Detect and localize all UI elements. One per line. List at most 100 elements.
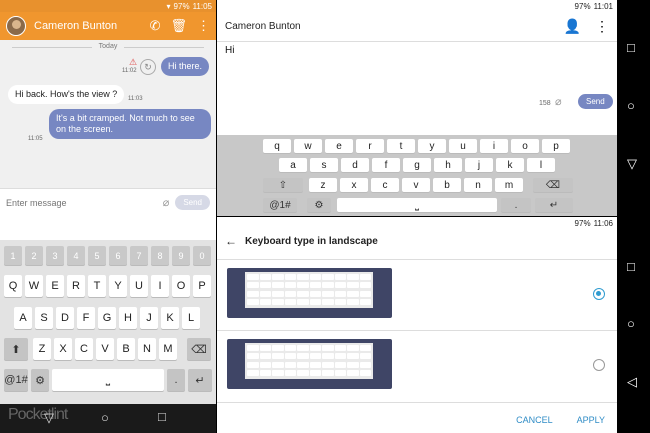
apply-button[interactable]: APPLY [577,415,605,425]
key-s[interactable]: s [310,158,338,172]
overflow-menu-icon[interactable]: ⋮ [197,18,210,34]
key-f[interactable]: f [372,158,400,172]
key-f[interactable]: F [77,307,95,329]
key-j[interactable]: J [140,307,158,329]
key-z[interactable]: Z [33,338,51,360]
key-m[interactable]: M [159,338,177,360]
message-input[interactable] [6,197,163,208]
key-e[interactable]: E [46,275,64,297]
message-bubble-outgoing[interactable]: It's a bit cramped. Not much to see on t… [49,109,211,139]
radio-unselected[interactable] [593,359,605,371]
key-y[interactable]: Y [109,275,127,297]
key-4[interactable]: 4 [67,246,85,265]
key-z[interactable]: z [309,178,337,192]
key-6[interactable]: 6 [109,246,127,265]
key-i[interactable]: i [480,139,508,153]
enter-icon[interactable]: ↵ [188,369,212,391]
shift-icon[interactable]: ⇧ [263,178,303,192]
key-g[interactable]: g [403,158,431,172]
home-icon[interactable]: ○ [627,98,635,113]
keyboard-option-full[interactable] [217,331,617,403]
recents-icon[interactable]: □ [627,40,635,55]
attachment-icon[interactable]: ⌀ [555,95,562,108]
back-icon[interactable]: ▽ [44,410,54,426]
send-button[interactable]: Send [578,94,613,109]
settings-icon[interactable]: ⚙ [307,198,331,212]
spacebar[interactable]: ⎵ [52,369,164,391]
key-u[interactable]: u [449,139,477,153]
key-v[interactable]: v [402,178,430,192]
key-q[interactable]: q [263,139,291,153]
key-r[interactable]: R [67,275,85,297]
symbols-key[interactable]: @1# [263,198,297,212]
key-k[interactable]: k [496,158,524,172]
recents-icon[interactable]: □ [627,259,635,274]
backspace-icon[interactable]: ⌫ [187,338,211,360]
contact-icon[interactable]: 👤 [564,18,581,35]
shift-icon[interactable]: ⬆ [4,338,28,360]
key-h[interactable]: h [434,158,462,172]
back-icon[interactable]: ◁ [627,374,637,390]
key-g[interactable]: G [98,307,116,329]
radio-selected[interactable] [593,288,605,300]
recents-icon[interactable]: □ [158,409,166,424]
key-a[interactable]: A [14,307,32,329]
key-b[interactable]: B [117,338,135,360]
key-1[interactable]: 1 [4,246,22,265]
key-l[interactable]: l [527,158,555,172]
key-p[interactable]: p [542,139,570,153]
key-d[interactable]: D [56,307,74,329]
key-r[interactable]: r [356,139,384,153]
key-b[interactable]: b [433,178,461,192]
home-icon[interactable]: ○ [627,316,635,331]
symbols-key[interactable]: @1# [4,369,28,391]
key-s[interactable]: S [35,307,53,329]
key-period[interactable]: . [501,198,531,212]
trash-icon[interactable]: 🗑 [170,18,187,34]
key-c[interactable]: c [371,178,399,192]
key-i[interactable]: I [151,275,169,297]
key-a[interactable]: a [279,158,307,172]
key-7[interactable]: 7 [130,246,148,265]
key-y[interactable]: y [418,139,446,153]
key-3[interactable]: 3 [46,246,64,265]
cancel-button[interactable]: CANCEL [516,415,553,425]
key-e[interactable]: e [325,139,353,153]
key-n[interactable]: n [464,178,492,192]
settings-icon[interactable]: ⚙ [31,369,49,391]
key-m[interactable]: m [495,178,523,192]
home-icon[interactable]: ○ [101,410,109,425]
key-9[interactable]: 9 [172,246,190,265]
key-l[interactable]: L [182,307,200,329]
key-h[interactable]: H [119,307,137,329]
key-t[interactable]: T [88,275,106,297]
key-c[interactable]: C [75,338,93,360]
spacebar[interactable]: ⎵ [337,198,497,212]
phone-icon[interactable]: ✆ [150,18,161,34]
keyboard-option-split[interactable] [217,259,617,331]
key-j[interactable]: j [465,158,493,172]
message-field[interactable]: Hi 158 ⌀ Send [217,42,617,112]
key-d[interactable]: d [341,158,369,172]
key-t[interactable]: t [387,139,415,153]
attachment-icon[interactable]: ⌀ [163,196,170,209]
key-0[interactable]: 0 [193,246,211,265]
key-u[interactable]: U [130,275,148,297]
avatar[interactable] [6,16,26,36]
key-w[interactable]: W [25,275,43,297]
message-bubble-outgoing[interactable]: Hi there. [161,57,210,76]
key-2[interactable]: 2 [25,246,43,265]
key-w[interactable]: w [294,139,322,153]
key-8[interactable]: 8 [151,246,169,265]
key-x[interactable]: X [54,338,72,360]
back-icon[interactable]: ▽ [627,156,637,172]
key-k[interactable]: K [161,307,179,329]
key-period[interactable]: . [167,369,185,391]
key-p[interactable]: P [193,275,211,297]
send-button[interactable]: Send [175,195,210,210]
key-n[interactable]: N [138,338,156,360]
retry-icon[interactable]: ↻ [140,59,156,75]
key-o[interactable]: O [172,275,190,297]
key-o[interactable]: o [511,139,539,153]
enter-icon[interactable]: ↵ [535,198,573,212]
